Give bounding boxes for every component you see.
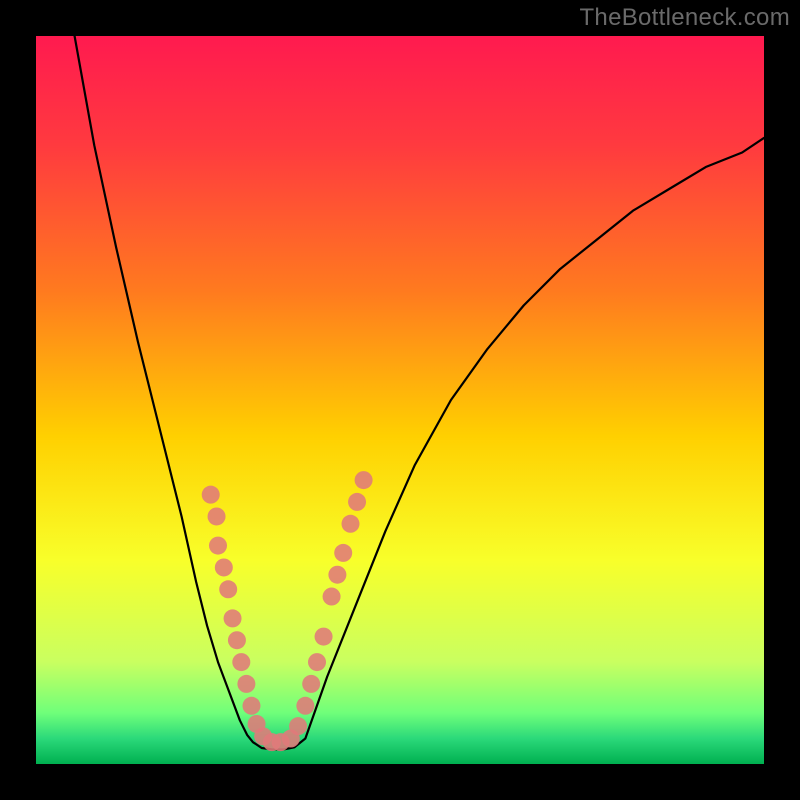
data-dot [315,628,333,646]
data-dot [308,653,326,671]
data-dot [334,544,352,562]
data-dot [209,537,227,555]
data-dot [342,515,360,533]
data-dot [219,580,237,598]
data-dot [296,697,314,715]
plot-area [36,36,764,764]
watermark-text: TheBottleneck.com [579,4,790,32]
gradient-background [36,36,764,764]
data-dot [237,675,255,693]
data-dot [289,717,307,735]
data-dot [328,566,346,584]
data-dot [355,471,373,489]
data-dot [202,486,220,504]
data-dot [232,653,250,671]
data-dot [302,675,320,693]
data-dot [215,558,233,576]
chart-svg [36,36,764,764]
data-dot [348,493,366,511]
chart-frame: TheBottleneck.com [0,0,800,800]
data-dot [228,631,246,649]
data-dot [242,697,260,715]
data-dot [323,588,341,606]
data-dot [224,609,242,627]
data-dot [208,507,226,525]
